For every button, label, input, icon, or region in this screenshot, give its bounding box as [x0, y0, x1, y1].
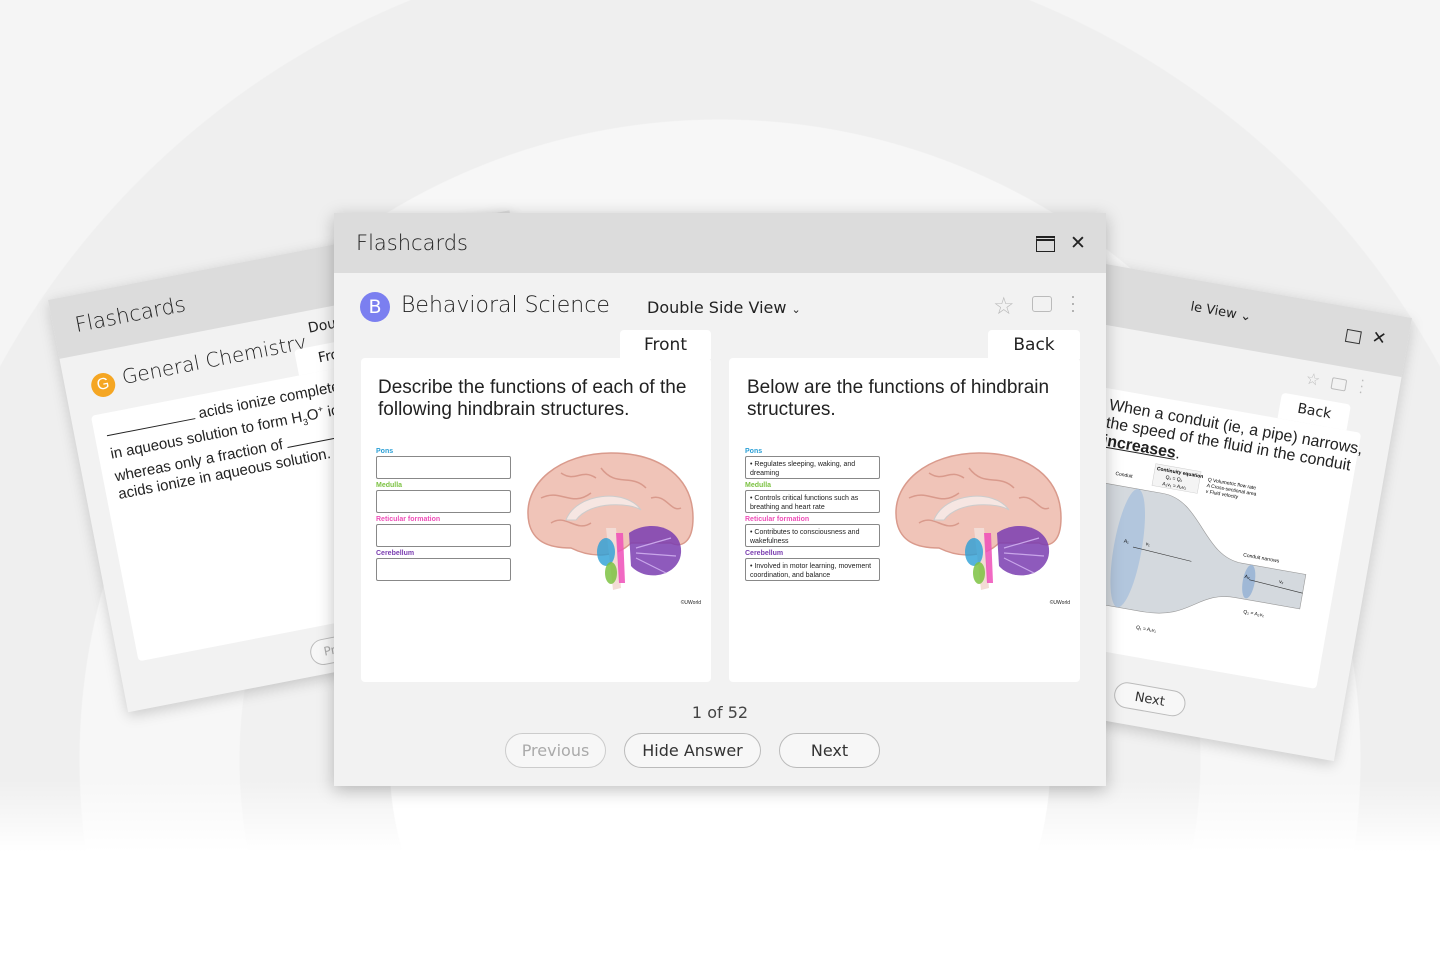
background: [0, 780, 1440, 960]
main-flashcard-window: Flashcards ✕ B Behavioral Science Double…: [334, 213, 1106, 786]
answer-pons: • Regulates sleeping, waking, and dreami…: [745, 456, 880, 479]
label-pons: Pons: [745, 448, 763, 455]
next-button[interactable]: Next: [1112, 680, 1188, 719]
close-icon[interactable]: ✕: [1070, 232, 1086, 255]
view-mode-dropdown[interactable]: Double Side View ⌄: [647, 298, 801, 317]
tab-back: Back: [988, 330, 1080, 359]
label-medulla: Medulla: [745, 482, 772, 489]
label-reticular-formation: Reticular formation: [745, 516, 810, 523]
label-reticular-formation: Reticular formation: [376, 516, 441, 523]
brain-illustration: [521, 448, 696, 603]
credit: ©UWorld: [1049, 600, 1070, 606]
window-title: Flashcards: [334, 213, 1106, 273]
answer-medulla: • Controls critical functions such as br…: [745, 490, 880, 513]
conduit-label: Conduit: [1115, 471, 1134, 480]
star-icon[interactable]: ☆: [993, 292, 1015, 321]
answer-reticular: • Contributes to consciousness and wakef…: [745, 524, 880, 547]
window-layout-icon[interactable]: [1344, 328, 1362, 345]
next-button[interactable]: Next: [779, 733, 880, 768]
question-text: Describe the functions of each of the fo…: [378, 377, 687, 420]
more-options-icon[interactable]: · · ·: [1357, 371, 1366, 399]
answer-box-cerebellum: [376, 558, 511, 581]
window-layout-icon[interactable]: [1036, 236, 1055, 252]
tab-front: Front: [620, 330, 711, 359]
q1-label: Q₁ = A₁v₁: [1135, 625, 1156, 634]
label-cerebellum: Cerebellum: [745, 550, 784, 557]
card-counter: 1 of 52: [691, 703, 749, 722]
hide-answer-button[interactable]: Hide Answer: [624, 733, 761, 768]
chevron-down-icon: ⌄: [791, 303, 801, 316]
answer-list: Pons • Regulates sleeping, waking, and dr…: [745, 445, 880, 581]
deck-avatar: B: [360, 292, 390, 322]
star-icon[interactable]: ☆: [1304, 369, 1322, 391]
answer-box-pons: [376, 456, 511, 479]
q2-label: Q₂ = A₂v₂: [1243, 609, 1265, 619]
back-panel: Below are the functions of hindbrain str…: [729, 358, 1080, 682]
answer-text: Below are the functions of hindbrain str…: [747, 377, 1050, 420]
deck-avatar: G: [89, 370, 118, 400]
front-panel: Describe the functions of each of the fo…: [361, 358, 711, 682]
previous-button[interactable]: Previous: [505, 733, 606, 768]
credit: ©UWorld: [680, 600, 701, 606]
narrows-label: Conduit narrows: [1243, 552, 1280, 564]
comment-icon[interactable]: [1032, 296, 1052, 312]
deck-name: Behavioral Science: [401, 293, 610, 318]
brain-illustration: [889, 448, 1064, 603]
answer-box-reticular: [376, 524, 511, 547]
label-pons: Pons: [376, 448, 394, 455]
label-medulla: Medulla: [376, 482, 403, 489]
comment-icon[interactable]: [1330, 377, 1348, 392]
a2-label: A₂: [1244, 574, 1250, 581]
more-options-icon[interactable]: · · ·: [1070, 287, 1076, 319]
label-cerebellum: Cerebellum: [376, 550, 415, 557]
answer-cerebellum: • Involved in motor learning, movement c…: [745, 558, 880, 581]
answer-box-medulla: [376, 490, 511, 513]
blank-answer-list: Pons Medulla Reticular formation Cerebel…: [376, 445, 511, 581]
